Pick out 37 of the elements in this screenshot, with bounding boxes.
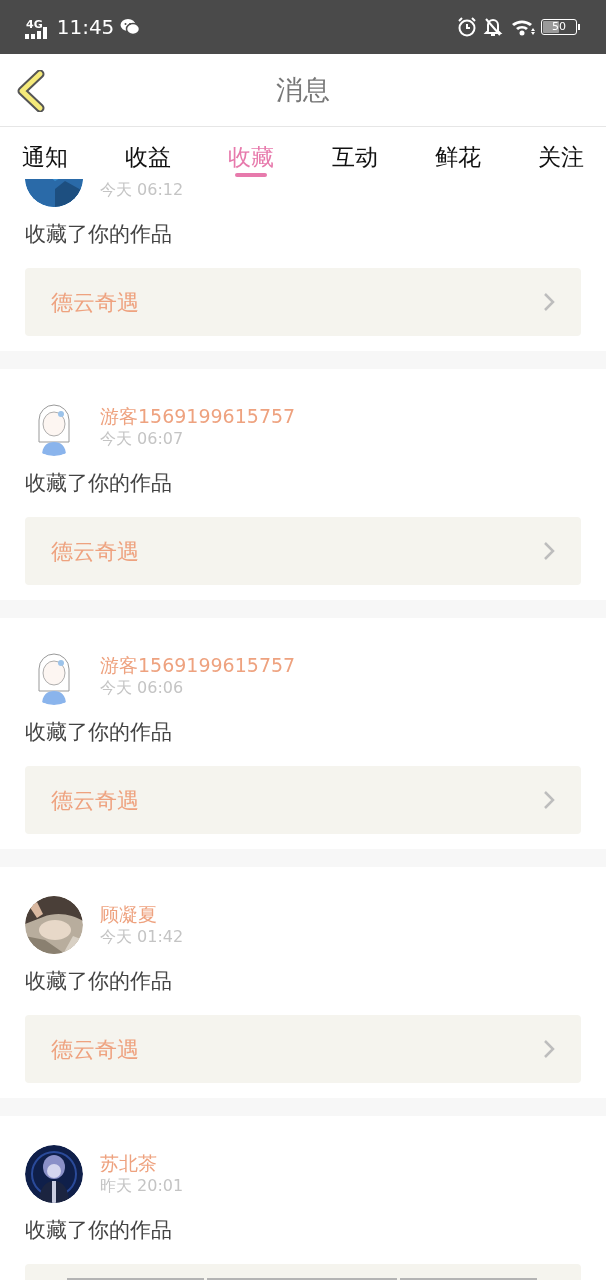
work-link[interactable]: 德云奇遇 bbox=[25, 1015, 581, 1083]
timestamp: 今天 06:12 bbox=[100, 179, 184, 201]
signal-icon bbox=[24, 27, 49, 39]
message-text: 收藏了你的作品 bbox=[25, 1217, 173, 1244]
user-name[interactable]: 苏北茶 bbox=[100, 1151, 184, 1175]
timestamp: 今天 06:06 bbox=[100, 677, 185, 699]
clock: 11:45 bbox=[56, 14, 115, 41]
chevron-right-icon bbox=[543, 541, 555, 561]
tab[interactable]: 通知 bbox=[22, 137, 68, 177]
network-label: 4G bbox=[26, 18, 43, 30]
chevron-right-icon bbox=[543, 790, 555, 810]
timestamp: 昨天 20:01 bbox=[100, 1175, 184, 1197]
tab[interactable]: 鲜花 bbox=[434, 137, 481, 177]
chevron-right-icon bbox=[543, 1039, 555, 1059]
work-link[interactable]: 德云奇遇 bbox=[25, 268, 581, 336]
bell-off-icon bbox=[483, 17, 503, 37]
tab[interactable]: 互动 bbox=[331, 137, 378, 177]
tab[interactable]: 关注 bbox=[537, 137, 584, 177]
work-link[interactable]: 德云奇遇 bbox=[25, 517, 581, 585]
wifi-icon bbox=[511, 18, 537, 36]
tab[interactable]: 收益 bbox=[125, 137, 172, 177]
work-link[interactable]: 德云奇遇 bbox=[25, 766, 581, 834]
chat-icon bbox=[120, 18, 141, 36]
chevron-right-icon bbox=[543, 292, 555, 312]
user-name[interactable]: 游客1569199615757 bbox=[100, 404, 296, 428]
page-title: 消息 bbox=[276, 72, 330, 107]
battery-level: 50 bbox=[551, 21, 567, 33]
tab[interactable]: 收藏 bbox=[228, 137, 275, 177]
timestamp: 今天 01:42 bbox=[100, 926, 184, 948]
user-name[interactable]: 游客1569199615757 bbox=[100, 653, 296, 677]
alarm-icon bbox=[457, 17, 477, 37]
user-name[interactable]: 顾凝夏 bbox=[100, 902, 184, 926]
timestamp: 今天 06:07 bbox=[100, 428, 185, 450]
message-text: 收藏了你的作品 bbox=[25, 221, 173, 248]
message-text: 收藏了你的作品 bbox=[25, 968, 173, 995]
message-text: 收藏了你的作品 bbox=[25, 470, 173, 497]
message-text: 收藏了你的作品 bbox=[25, 719, 173, 746]
